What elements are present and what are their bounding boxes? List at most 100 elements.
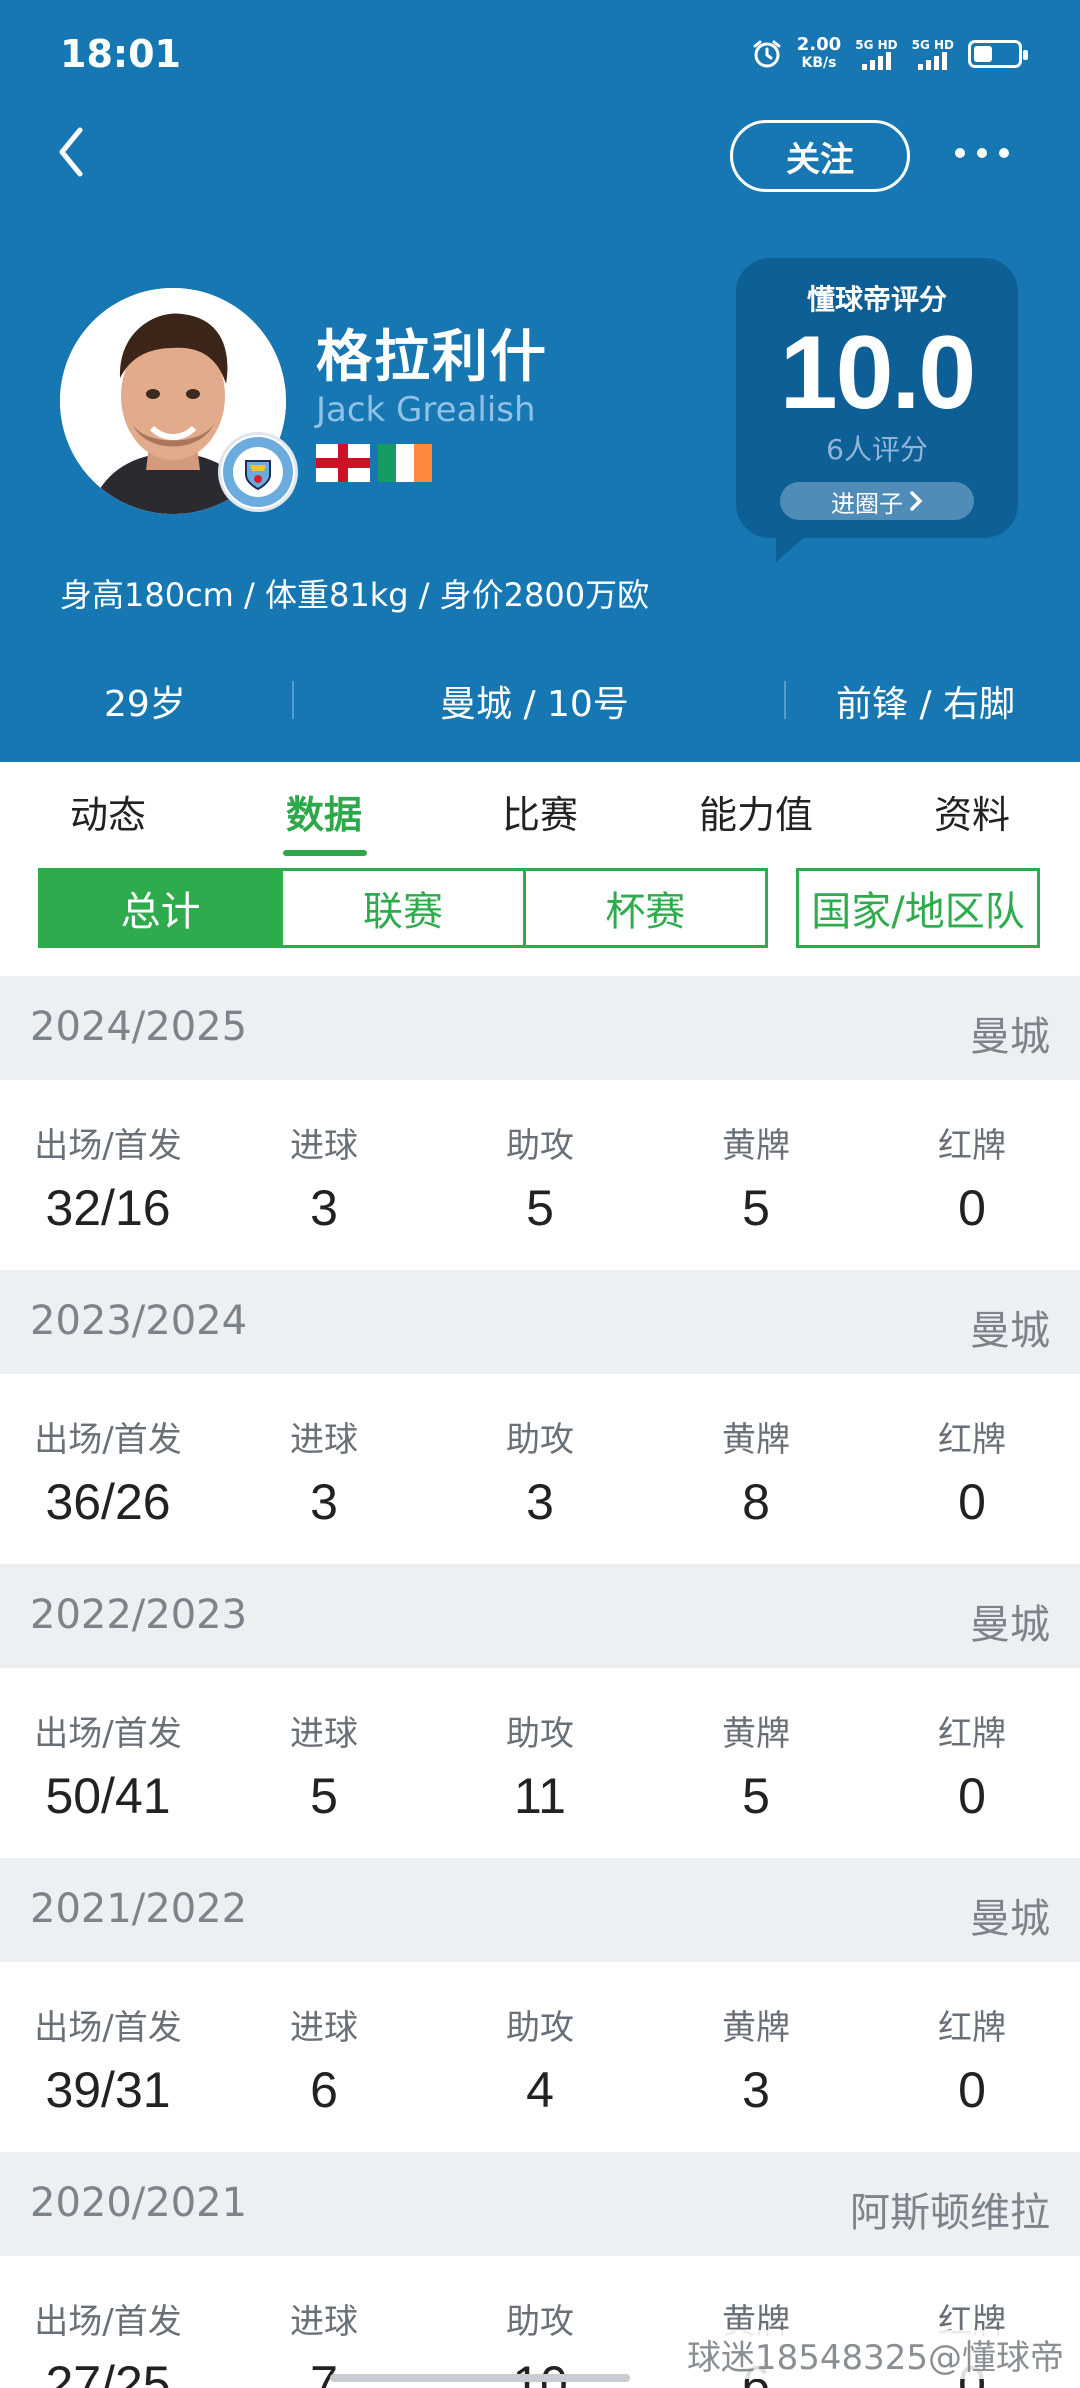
- net-speed-value: 2.00: [796, 34, 842, 55]
- season-club: 阿斯顿维拉: [850, 2190, 1050, 2236]
- stat-label: 出场/首发: [34, 1126, 182, 1166]
- season-year: 2022/2023: [30, 1592, 248, 1638]
- follow-button[interactable]: 关注: [730, 120, 910, 192]
- signal-1-label: 5G HD: [855, 38, 898, 52]
- status-bar: 18:01 2.00 KB/s 5G HD 5G HD: [0, 0, 1080, 110]
- battery-icon: [968, 40, 1028, 68]
- stat-value: 5: [526, 1180, 554, 1236]
- stat-goals: 进球 6: [216, 2000, 432, 2119]
- net-speed: 2.00 KB/s: [797, 36, 841, 72]
- competition-filter: 总计 联赛 杯赛: [38, 868, 768, 948]
- stat-label: 出场/首发: [34, 2008, 182, 2048]
- stat-label: 进球: [290, 2008, 358, 2048]
- stat-apps: 出场/首发 32/16: [0, 1118, 216, 1237]
- player-position-foot: 前锋 / 右脚: [836, 684, 1016, 725]
- rating-card[interactable]: 懂球帝评分 10.0 6人评分 进圈子: [736, 258, 1018, 562]
- season-header[interactable]: 2023/2024 曼城: [0, 1270, 1080, 1374]
- player-name-en: Jack Grealish: [316, 390, 536, 430]
- stat-value: 7: [310, 2356, 338, 2388]
- stat-value: 5: [742, 1768, 770, 1824]
- stat-value: 5: [310, 1768, 338, 1824]
- home-indicator[interactable]: [330, 2374, 630, 2382]
- stat-value: 6: [310, 2062, 338, 2118]
- stat-yellow: 黄牌 5: [648, 1118, 864, 1237]
- stat-yellow: 黄牌 3: [648, 2000, 864, 2119]
- season-stats-row: 出场/首发 32/16 进球 3 助攻 5 黄牌 5 红牌 0: [0, 1080, 1080, 1270]
- stat-label: 红牌: [938, 1126, 1006, 1166]
- stat-value: 5: [742, 1180, 770, 1236]
- stat-label: 进球: [290, 1126, 358, 1166]
- player-info-row: 29岁 曼城 / 10号 前锋 / 右脚: [0, 665, 1080, 737]
- england-flag-icon: [316, 444, 370, 482]
- body-stats: 身高180cm / 体重81kg / 身价2800万欧: [60, 576, 650, 614]
- season-header[interactable]: 2024/2025 曼城: [0, 976, 1080, 1080]
- tab-active-indicator: [283, 850, 367, 856]
- chevron-right-icon: [910, 491, 923, 511]
- stat-value: 3: [526, 1474, 554, 1530]
- stat-label: 黄牌: [722, 1126, 790, 1166]
- stat-red: 红牌 0: [864, 1412, 1080, 1531]
- filter-league-button[interactable]: 联赛: [283, 871, 526, 945]
- stat-apps: 出场/首发 36/26: [0, 1412, 216, 1531]
- stat-label: 出场/首发: [34, 1420, 182, 1460]
- chevron-left-icon: [59, 127, 83, 177]
- filter-cup-button[interactable]: 杯赛: [526, 871, 765, 945]
- season-year: 2023/2024: [30, 1298, 248, 1344]
- stat-label: 红牌: [938, 1714, 1006, 1754]
- stat-value: 3: [310, 1474, 338, 1530]
- more-options-button[interactable]: [955, 140, 1015, 166]
- stat-label: 红牌: [938, 1420, 1006, 1460]
- season-header[interactable]: 2020/2021 阿斯顿维拉: [0, 2152, 1080, 2256]
- stat-label: 黄牌: [722, 1714, 790, 1754]
- dot-icon: [955, 148, 965, 158]
- stat-goals: 进球 5: [216, 1706, 432, 1825]
- back-button[interactable]: [52, 122, 102, 192]
- stat-goals: 进球 3: [216, 1412, 432, 1531]
- signal-2-label: 5G HD: [911, 38, 954, 52]
- stat-apps: 出场/首发 50/41: [0, 1706, 216, 1825]
- stat-value: 3: [310, 1180, 338, 1236]
- stat-goals: 进球 3: [216, 1118, 432, 1237]
- watermark: 球迷18548325@懂球帝: [682, 2330, 1068, 2379]
- season-header[interactable]: 2021/2022 曼城: [0, 1858, 1080, 1962]
- tab-bar: 动态 数据 比赛 能力值 资料: [0, 762, 1080, 860]
- filter-national-team-button[interactable]: 国家/地区队: [796, 868, 1040, 948]
- season-stats-row: 出场/首发 50/41 进球 5 助攻 11 黄牌 5 红牌 0: [0, 1668, 1080, 1858]
- stat-value: 3: [742, 2062, 770, 2118]
- stat-label: 出场/首发: [34, 1714, 182, 1754]
- rating-title: 懂球帝评分: [806, 283, 947, 316]
- tab-news[interactable]: 动态: [0, 784, 216, 839]
- stat-red: 红牌 0: [864, 2000, 1080, 2119]
- ireland-flag-icon: [378, 444, 432, 482]
- stat-value: 39/31: [45, 2062, 171, 2118]
- stat-apps: 出场/首发 39/31: [0, 2000, 216, 2119]
- join-circle-button[interactable]: 进圈子: [780, 482, 974, 520]
- stat-value: 8: [742, 1474, 770, 1530]
- signal-bars-icon: [918, 52, 948, 70]
- season-stats-row: 出场/首发 36/26 进球 3 助攻 3 黄牌 8 红牌 0: [0, 1374, 1080, 1564]
- player-header: 18:01 2.00 KB/s 5G HD 5G HD 关注 格拉利什 Jack…: [0, 0, 1080, 762]
- season-club: 曼城: [970, 1896, 1050, 1942]
- player-club-number: 曼城 / 10号: [440, 684, 629, 725]
- info-divider: [784, 681, 786, 719]
- manchester-city-badge-icon: [218, 432, 298, 512]
- rating-score: 10.0: [779, 315, 976, 431]
- tab-profile[interactable]: 资料: [864, 784, 1080, 839]
- season-header[interactable]: 2022/2023 曼城: [0, 1564, 1080, 1668]
- stat-label: 黄牌: [722, 1420, 790, 1460]
- stat-label: 助攻: [506, 1420, 574, 1460]
- stat-red: 红牌 0: [864, 1118, 1080, 1237]
- tab-ability[interactable]: 能力值: [648, 784, 864, 839]
- stat-label: 进球: [290, 2302, 358, 2342]
- filter-total-button[interactable]: 总计: [41, 871, 284, 945]
- season-year: 2024/2025: [30, 1004, 248, 1050]
- stat-label: 助攻: [506, 2008, 574, 2048]
- stat-value: 10: [512, 2356, 568, 2388]
- tab-data[interactable]: 数据: [216, 784, 432, 839]
- stat-yellow: 黄牌 8: [648, 1412, 864, 1531]
- stat-assists: 助攻 11: [432, 1706, 648, 1825]
- player-name: 格拉利什: [316, 325, 548, 390]
- stat-red: 红牌 0: [864, 1706, 1080, 1825]
- alarm-icon: [753, 40, 781, 68]
- tab-matches[interactable]: 比赛: [432, 784, 648, 839]
